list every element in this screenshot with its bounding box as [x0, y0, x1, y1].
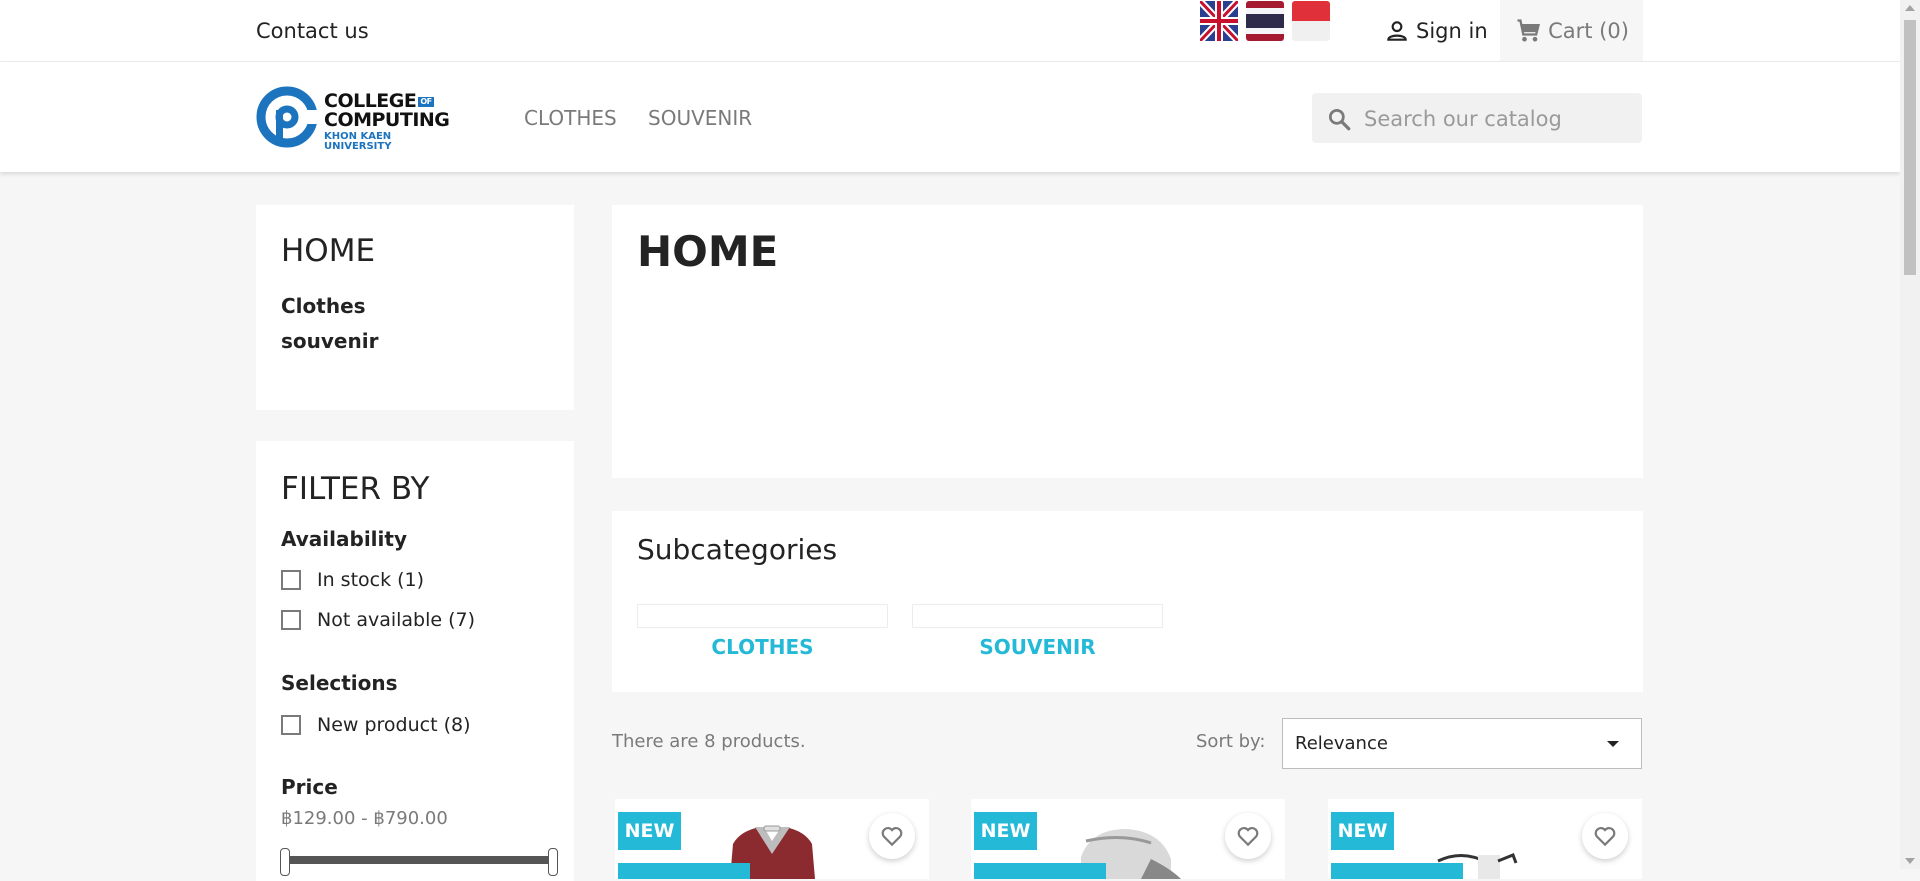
new-badge: NEW — [1331, 812, 1394, 850]
logo-line2: COMPUTING — [324, 109, 450, 131]
search-input[interactable] — [1362, 93, 1636, 145]
new-badge: NEW — [974, 812, 1037, 850]
page-title: HOME — [637, 227, 779, 276]
selections-title: Selections — [281, 671, 398, 695]
new-product-checkbox[interactable] — [281, 715, 301, 735]
heart-icon — [1237, 827, 1259, 847]
price-slider-min-handle[interactable] — [280, 848, 290, 876]
filter-option-new-product[interactable]: New product (8) — [281, 713, 471, 737]
subcategories-title: Subcategories — [637, 533, 838, 566]
sort-select-value: Relevance — [1295, 733, 1388, 754]
price-title: Price — [281, 775, 338, 799]
english-flag-icon[interactable] — [1197, 0, 1241, 44]
nav-souvenir[interactable]: SOUVENIR — [648, 106, 752, 130]
chevron-down-icon — [1607, 741, 1619, 747]
new-badge: NEW — [618, 812, 681, 850]
filter-option-not-available[interactable]: Not available (7) — [281, 608, 475, 632]
price-slider[interactable] — [280, 848, 558, 876]
nav-clothes[interactable]: CLOTHES — [524, 106, 617, 130]
product-card[interactable]: NEW — [615, 799, 929, 879]
subcategory-image-souvenir[interactable] — [912, 604, 1163, 628]
availability-title: Availability — [281, 527, 407, 551]
not-available-checkbox[interactable] — [281, 610, 301, 630]
subcategories-panel: Subcategories CLOTHES SOUVENIR — [612, 511, 1643, 692]
cart-button[interactable]: Cart (0) — [1500, 0, 1643, 61]
main-header: COLLEGE OF COMPUTING KHON KAEN UNIVERSITY… — [0, 62, 1900, 172]
category-link-souvenir[interactable]: souvenir — [281, 329, 378, 353]
sort-select[interactable]: Relevance — [1282, 718, 1642, 769]
wishlist-button[interactable] — [869, 813, 915, 859]
cart-icon — [1517, 18, 1541, 41]
price-range-text: ฿129.00 - ฿790.00 — [281, 808, 448, 829]
scroll-down-icon[interactable] — [1905, 858, 1915, 864]
scroll-up-icon[interactable] — [1905, 5, 1915, 11]
filter-panel: FILTER BY Availability In stock (1) Not … — [256, 441, 574, 881]
page-scrollbar[interactable] — [1900, 0, 1920, 869]
category-link-clothes[interactable]: Clothes — [281, 294, 366, 318]
scrollbar-thumb[interactable] — [1904, 20, 1916, 275]
in-stock-label: In stock (1) — [317, 569, 425, 591]
heart-icon — [881, 827, 903, 847]
top-bar: Contact us Sign in Cart (0) — [0, 0, 1900, 62]
subcategory-image-clothes[interactable] — [637, 604, 888, 628]
sign-in-label: Sign in — [1416, 19, 1488, 43]
product-count: There are 8 products. — [612, 731, 806, 752]
contact-us-link[interactable]: Contact us — [256, 19, 369, 43]
in-stock-checkbox[interactable] — [281, 570, 301, 590]
user-icon — [1387, 21, 1407, 41]
category-tree-title[interactable]: HOME — [281, 233, 375, 269]
search-icon[interactable] — [1326, 106, 1352, 132]
logo-of: OF — [418, 96, 434, 107]
product-card[interactable]: NEW — [1328, 799, 1642, 879]
site-logo[interactable]: COLLEGE OF COMPUTING KHON KAEN UNIVERSITY — [256, 86, 456, 152]
heart-icon — [1594, 827, 1616, 847]
sign-in-link[interactable]: Sign in — [1384, 17, 1488, 45]
search-box — [1312, 93, 1642, 145]
indonesian-flag-icon[interactable] — [1292, 1, 1330, 41]
logo-line3: KHON KAEN UNIVERSITY — [324, 131, 392, 152]
filter-title: FILTER BY — [281, 471, 430, 507]
cart-label: Cart (0) — [1548, 18, 1629, 43]
product-flag-bar — [974, 863, 1106, 879]
price-slider-max-handle[interactable] — [548, 848, 558, 876]
wishlist-button[interactable] — [1225, 813, 1271, 859]
sort-by-label: Sort by: — [1196, 731, 1266, 752]
not-available-label: Not available (7) — [317, 609, 476, 631]
wishlist-button[interactable] — [1582, 813, 1628, 859]
new-product-label: New product (8) — [317, 714, 471, 736]
thai-flag-icon[interactable] — [1246, 1, 1284, 41]
product-flag-bar — [1331, 863, 1463, 879]
filter-option-in-stock[interactable]: In stock (1) — [281, 568, 424, 592]
subcategory-link-souvenir[interactable]: SOUVENIR — [912, 635, 1163, 659]
category-header: HOME — [612, 205, 1643, 478]
subcategory-link-clothes[interactable]: CLOTHES — [637, 635, 888, 659]
product-flag-bar — [618, 863, 750, 879]
college-logo-icon — [256, 86, 318, 148]
category-tree: HOME Clothes souvenir — [256, 205, 574, 410]
product-card[interactable]: NEW — [971, 799, 1285, 879]
